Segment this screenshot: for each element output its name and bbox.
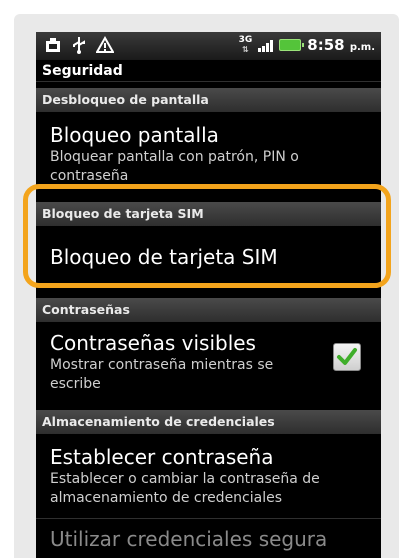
section-header-credentials: Almacenamiento de credenciales xyxy=(36,410,381,434)
screen-lock-title: Bloqueo pantalla xyxy=(50,123,219,147)
visible-passwords-checkbox[interactable] xyxy=(333,343,361,371)
screen-lock-summary: Bloquear pantalla con patrón, PIN o cont… xyxy=(50,149,299,184)
use-secure-credentials-item[interactable]: Utilizar credenciales segura xyxy=(36,522,381,558)
status-bar: 3G ⇅ 8:58 p.m. xyxy=(36,32,381,60)
use-secure-credentials-title: Utilizar credenciales segura xyxy=(50,527,328,551)
checkmark-icon xyxy=(337,348,357,365)
set-password-summary: Establecer o cambiar la contraseña de al… xyxy=(50,471,320,506)
signal-icon xyxy=(258,38,274,52)
list-divider xyxy=(36,518,381,519)
battery-icon xyxy=(279,39,305,51)
highlight-callout xyxy=(23,184,391,288)
usb-icon xyxy=(73,37,85,54)
status-clock: 8:58 p.m. xyxy=(307,36,375,54)
network-type: 3G ⇅ xyxy=(238,35,253,55)
notification-icon xyxy=(46,38,60,52)
warning-icon xyxy=(96,36,114,53)
set-password-title: Establecer contraseña xyxy=(50,445,274,469)
section-header-passwords: Contraseñas xyxy=(36,298,381,322)
visible-passwords-summary: Mostrar contraseña mientras se escribe xyxy=(50,357,274,392)
screen-lock-item[interactable]: Bloqueo pantalla Bloquear pantalla con p… xyxy=(36,118,381,188)
page-title: Seguridad xyxy=(36,60,381,82)
visible-passwords-item[interactable]: Contraseñas visibles Mostrar contraseña … xyxy=(36,328,381,406)
phone-screen: 3G ⇅ 8:58 p.m. Seguridad Desbloqueo de p… xyxy=(36,32,381,558)
set-password-item[interactable]: Establecer contraseña Establecer o cambi… xyxy=(36,442,381,514)
visible-passwords-title: Contraseñas visibles xyxy=(50,331,256,355)
section-header-screen-lock: Desbloqueo de pantalla xyxy=(36,88,381,112)
